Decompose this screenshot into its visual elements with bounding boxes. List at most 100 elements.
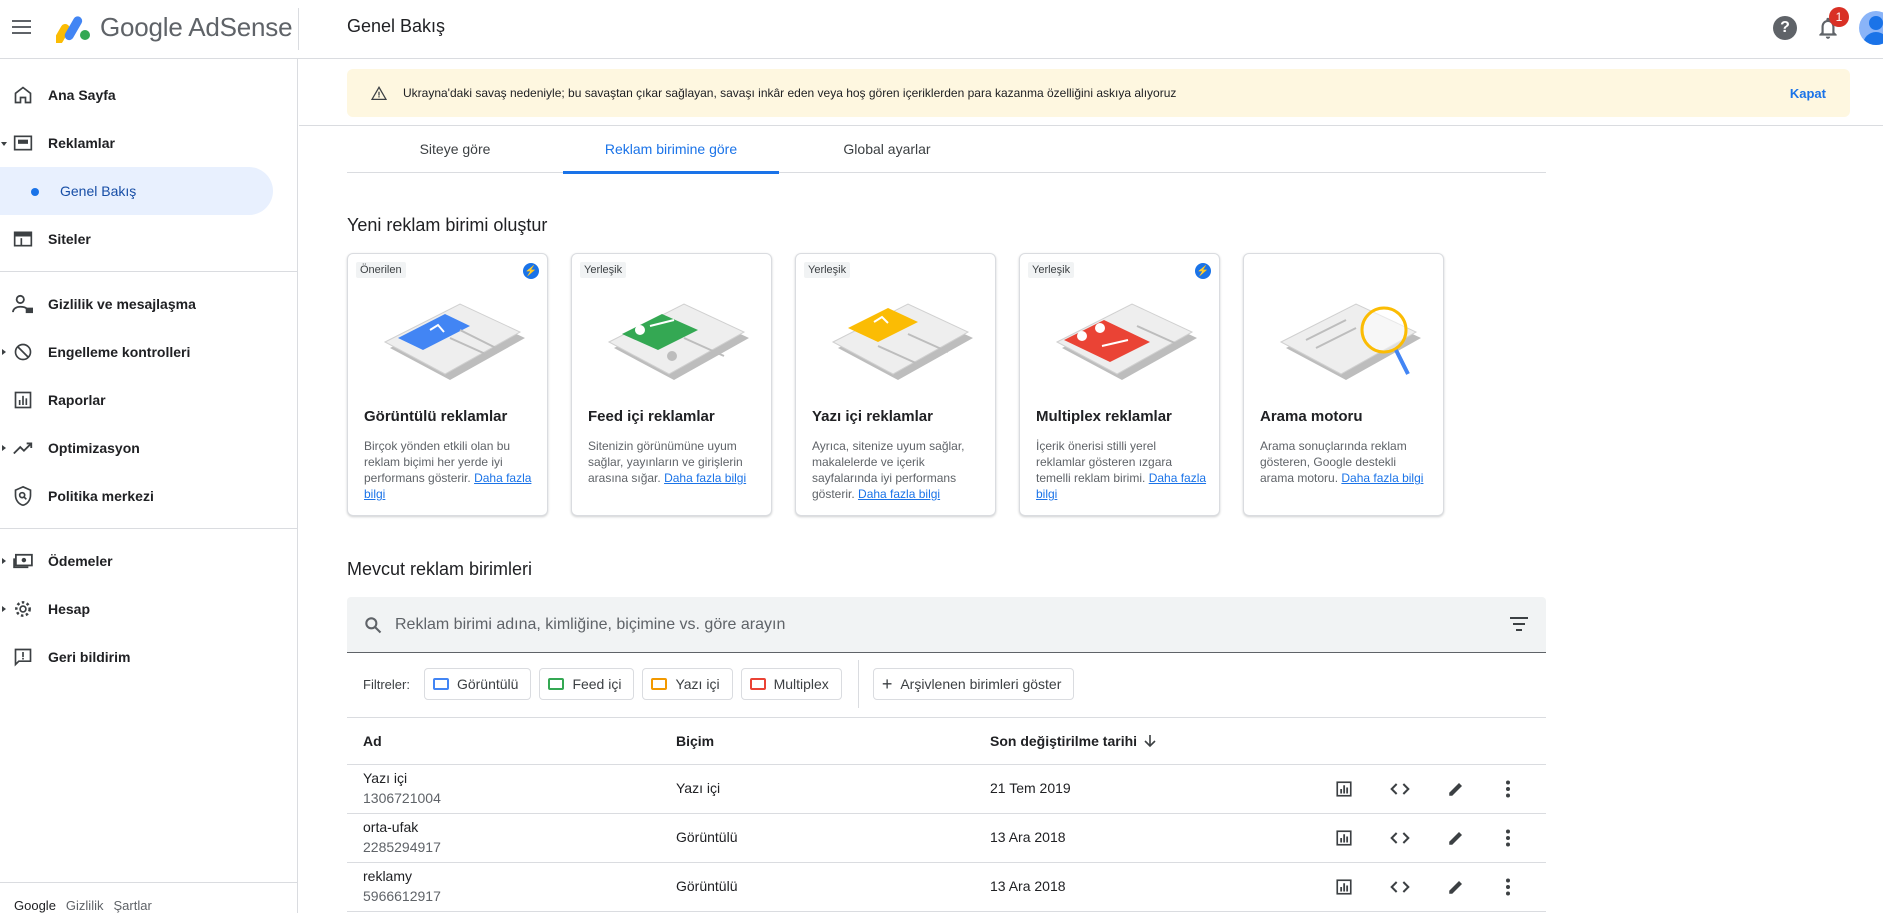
ad-unit-format: Görüntülü <box>676 829 738 845</box>
notifications-button[interactable]: 1 <box>1815 7 1849 41</box>
in-article-ads-illustration <box>831 303 973 380</box>
filter-chip-display[interactable]: Görüntülü <box>423 668 532 700</box>
code-icon[interactable] <box>1390 877 1410 897</box>
sidebar-item-label: Reklamlar <box>48 135 115 151</box>
ad-unit-search[interactable]: Reklam birimi adına, kimliğine, biçimine… <box>347 597 1546 653</box>
report-icon[interactable] <box>1334 828 1354 848</box>
footer-privacy-link[interactable]: Gizlilik <box>66 898 104 913</box>
code-icon[interactable] <box>1390 828 1410 848</box>
multiplex-ads-card[interactable]: Yerleşik ⚡ Multiplex reklamlar İçerik ön… <box>1019 253 1220 516</box>
sidebar-item-label: Genel Bakış <box>60 183 137 199</box>
avatar[interactable] <box>1859 11 1883 45</box>
chip-label: Yazı içi <box>675 676 720 692</box>
tab-global-settings[interactable]: Global ayarlar <box>779 125 995 173</box>
ad-unit-id: 2285294917 <box>363 839 441 855</box>
card-title: Yazı içi reklamlar <box>812 408 933 425</box>
ad-unit-modified-date: 13 Ara 2018 <box>990 878 1066 894</box>
column-header-format[interactable]: Biçim <box>676 733 714 749</box>
sidebar-divider <box>0 528 297 529</box>
ad-unit-name[interactable]: orta-ufak <box>363 819 418 835</box>
table-row[interactable]: orta-ufak 2285294917 Görüntülü 13 Ara 2018 <box>347 814 1546 863</box>
sidebar-item-feedback[interactable]: Geri bildirim <box>0 633 297 681</box>
table-row[interactable]: Yazı içi 1306721004 Yazı içi 21 Tem 2019 <box>347 765 1546 814</box>
chip-label: Görüntülü <box>456 676 519 692</box>
edit-icon[interactable] <box>1446 877 1466 897</box>
expand-icon[interactable] <box>1 142 7 146</box>
expand-icon[interactable] <box>2 349 6 355</box>
sidebar-item-reports[interactable]: Raporlar <box>0 376 297 424</box>
search-input[interactable]: Reklam birimi adına, kimliğine, biçimine… <box>395 616 785 634</box>
banner-close-button[interactable]: Kapat <box>1790 86 1826 101</box>
display-format-icon <box>432 678 449 690</box>
display-ads-illustration <box>383 303 525 380</box>
footer-links: Google Gizlilik Şartlar <box>14 898 152 913</box>
sidebar-item-payments[interactable]: Ödemeler <box>0 537 297 585</box>
ad-unit-name[interactable]: reklamy <box>363 868 412 884</box>
footer-terms-link[interactable]: Şartlar <box>113 898 151 913</box>
table-row[interactable]: reklamy 5966612917 Görüntülü 13 Ara 2018 <box>347 863 1546 912</box>
sidebar-divider <box>0 271 297 272</box>
tab-by-site[interactable]: Siteye göre <box>347 125 563 173</box>
card-description: Sitenizin görünümüne uyum sağlar, yayınl… <box>588 438 760 486</box>
edit-icon[interactable] <box>1446 828 1466 848</box>
sidebar-item-label: Raporlar <box>48 392 106 408</box>
policy-icon <box>12 485 34 507</box>
help-icon[interactable]: ? <box>1773 16 1797 40</box>
existing-section-title: Mevcut reklam birimleri <box>347 559 533 579</box>
sidebar-item-sites[interactable]: Siteler <box>0 215 297 263</box>
footer-divider <box>0 882 297 883</box>
in-article-ads-card[interactable]: Yerleşik Yazı içi reklamlar Ayrıca, site… <box>795 253 996 516</box>
sidebar-item-ads[interactable]: Reklamlar <box>0 119 297 167</box>
more-options-icon[interactable] <box>1498 877 1518 897</box>
column-header-name[interactable]: Ad <box>363 733 382 749</box>
expand-icon[interactable] <box>2 606 6 612</box>
display-ads-card[interactable]: Önerilen ⚡ Görüntülü reklamlar Birçok yö… <box>347 253 548 516</box>
sidebar-item-label: Engelleme kontrolleri <box>48 344 191 360</box>
learn-more-link[interactable]: Daha fazla bilgi <box>1341 471 1423 485</box>
more-options-icon[interactable] <box>1498 779 1518 799</box>
in-feed-ads-card[interactable]: Yerleşik Feed içi reklamlar Sitenizin gö… <box>571 253 772 516</box>
adsense-logo[interactable]: Google AdSense <box>56 12 293 43</box>
expand-icon[interactable] <box>2 558 6 564</box>
expand-icon[interactable] <box>2 445 6 451</box>
card-description: Ayrıca, sitenize uyum sağlar, makalelerd… <box>812 438 984 502</box>
chip-label: Feed içi <box>572 676 622 692</box>
filter-chip-in-feed[interactable]: Feed içi <box>539 668 635 700</box>
arrow-down-icon <box>1144 735 1156 748</box>
feedback-icon <box>12 647 34 667</box>
more-options-icon[interactable] <box>1498 828 1518 848</box>
page-title: Genel Bakış <box>347 16 446 36</box>
payments-icon <box>12 551 34 571</box>
sidebar-item-overview[interactable]: Genel Bakış <box>0 167 273 215</box>
filter-icon[interactable] <box>1510 617 1528 631</box>
filter-chip-multiplex[interactable]: Multiplex <box>740 668 842 700</box>
app-name: Google AdSense <box>100 12 293 42</box>
learn-more-link[interactable]: Daha fazla bilgi <box>664 471 746 485</box>
sidebar-item-label: Ödemeler <box>48 553 113 569</box>
trending-icon <box>12 438 34 458</box>
filter-chip-in-article[interactable]: Yazı içi <box>642 668 733 700</box>
sidebar-item-blocking[interactable]: Engelleme kontrolleri <box>0 328 297 376</box>
sidebar-item-policy[interactable]: Politika merkezi <box>0 472 297 520</box>
topbar-divider <box>298 8 299 50</box>
learn-more-link[interactable]: Daha fazla bilgi <box>858 487 940 501</box>
edit-icon[interactable] <box>1446 779 1466 799</box>
code-icon[interactable] <box>1390 779 1410 799</box>
report-icon[interactable] <box>1334 779 1354 799</box>
main-menu-icon[interactable] <box>12 14 38 40</box>
footer-google-link[interactable]: Google <box>14 898 56 913</box>
sidebar-item-home[interactable]: Ana Sayfa <box>0 71 297 119</box>
search-engine-illustration <box>1279 303 1421 380</box>
warning-icon <box>371 86 387 100</box>
tab-by-ad-unit[interactable]: Reklam birimine göre <box>563 125 779 174</box>
show-archived-button[interactable]: + Arşivlenen birimleri göster <box>872 668 1075 700</box>
card-tag: Yerleşik <box>580 262 627 278</box>
sidebar-item-optimization[interactable]: Optimizasyon <box>0 424 297 472</box>
report-icon[interactable] <box>1334 877 1354 897</box>
search-engine-card[interactable]: Arama motoru Arama sonuçlarında reklam g… <box>1243 253 1444 516</box>
column-header-modified[interactable]: Son değiştirilme tarihi <box>990 733 1157 749</box>
card-title: Multiplex reklamlar <box>1036 408 1172 425</box>
ad-unit-name[interactable]: Yazı içi <box>363 770 407 786</box>
sidebar-item-account[interactable]: Hesap <box>0 585 297 633</box>
sidebar-item-privacy[interactable]: Gizlilik ve mesajlaşma <box>0 280 297 328</box>
